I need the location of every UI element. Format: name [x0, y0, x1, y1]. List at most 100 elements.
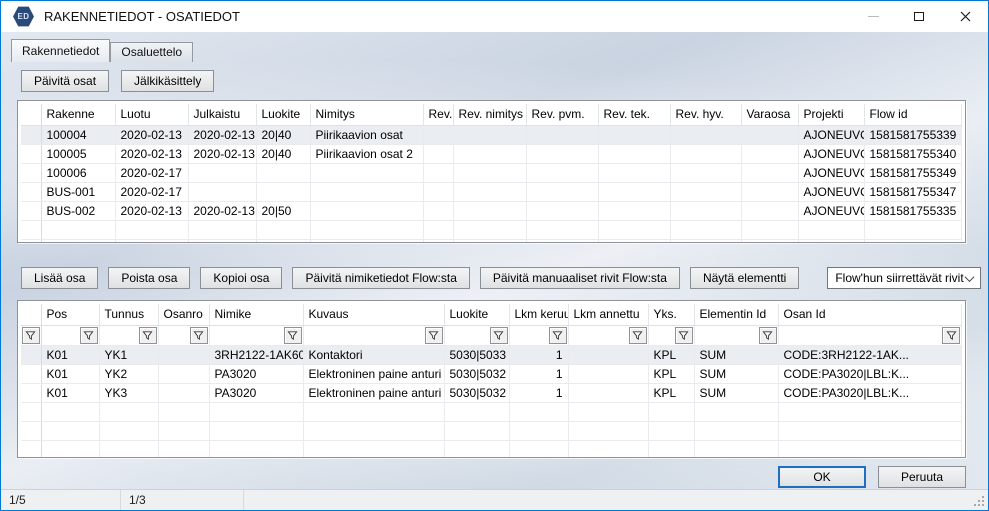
funnel-icon	[193, 330, 204, 341]
filter-funnel-button[interactable]	[759, 327, 777, 344]
tab-osaluettelo[interactable]: Osaluettelo	[110, 42, 193, 62]
filter-funnel-button[interactable]	[425, 327, 443, 344]
table-cell: AJONEUVO	[798, 144, 864, 163]
table-row[interactable]: K01YK13RH2122-1AK60Kontaktori5030|50331K…	[21, 345, 962, 364]
table-cell	[188, 182, 256, 201]
table-cell	[670, 144, 741, 163]
table-row[interactable]: K01YK3PA3020Elektroninen paine anturi503…	[21, 383, 962, 402]
table-cell: KPL	[648, 383, 694, 402]
poista-osa-button[interactable]: Poista osa	[108, 267, 190, 289]
filter-funnel-button[interactable]	[629, 327, 647, 344]
table-cell: K01	[41, 345, 99, 364]
rows-to-flow-dropdown[interactable]: Flow'hun siirrettävät rivit	[827, 267, 981, 289]
empty-cell	[256, 220, 310, 239]
filter-funnel-button[interactable]	[284, 327, 302, 344]
table-row[interactable]: K01YK2PA3020Elektroninen paine anturi503…	[21, 364, 962, 383]
lisaa-osa-button[interactable]: Lisää osa	[21, 267, 98, 289]
empty-cell	[778, 402, 962, 421]
column-header[interactable]: Lkm keruu	[509, 304, 568, 325]
column-header[interactable]: Rev. hyv.	[670, 104, 741, 125]
close-button[interactable]	[942, 1, 988, 32]
table-cell: 5030|5033	[444, 345, 509, 364]
filter-funnel-button[interactable]	[80, 327, 98, 344]
filter-funnel-button[interactable]	[190, 327, 208, 344]
maximize-button[interactable]	[896, 1, 942, 32]
column-header[interactable]: Nimike	[209, 304, 303, 325]
jalkikasittely-button[interactable]: Jälkikäsittely	[121, 70, 214, 92]
resize-grip[interactable]	[973, 495, 985, 507]
filter-funnel-button[interactable]	[139, 327, 157, 344]
column-header[interactable]: Osan Id	[778, 304, 962, 325]
filter-cell	[209, 325, 303, 345]
structures-table: RakenneLuotuJulkaistuLuokiteNimitysRev.R…	[21, 104, 962, 243]
row-header	[21, 383, 41, 402]
column-header[interactable]: Rev. tek.	[598, 104, 670, 125]
top-toolbar: Päivitä osat Jälkikäsittely	[21, 70, 214, 92]
cancel-button[interactable]: Peruuta	[878, 466, 966, 488]
column-header[interactable]: Yks.	[648, 304, 694, 325]
column-header[interactable]: Kuvaus	[303, 304, 444, 325]
tab-rakennetiedot[interactable]: Rakennetiedot	[11, 39, 110, 62]
column-header[interactable]: Rakenne	[41, 104, 115, 125]
filter-funnel-button[interactable]	[675, 327, 693, 344]
column-header[interactable]: Luokite	[444, 304, 509, 325]
table-row[interactable]: 1000052020-02-132020-02-1320|40Piirikaav…	[21, 144, 962, 163]
filter-cell	[303, 325, 444, 345]
column-header[interactable]: Elementin Id	[694, 304, 778, 325]
table-cell	[741, 125, 798, 144]
column-header[interactable]: Nimitys	[310, 104, 423, 125]
nayta-elementti-button[interactable]: Näytä elementti	[690, 267, 799, 289]
table-cell: AJONEUVO	[798, 182, 864, 201]
app-icon-label: ED	[17, 12, 29, 21]
column-header[interactable]: Rev. nimitys	[453, 104, 526, 125]
structures-table-panel: RakenneLuotuJulkaistuLuokiteNimitysRev.R…	[17, 100, 966, 243]
column-header[interactable]: Luokite	[256, 104, 310, 125]
table-cell	[598, 201, 670, 220]
ok-button[interactable]: OK	[778, 466, 866, 488]
kopioi-osa-button[interactable]: Kopioi osa	[200, 267, 282, 289]
column-header[interactable]: Flow id	[864, 104, 962, 125]
table-cell: Elektroninen paine anturi	[303, 364, 444, 383]
filter-funnel-button[interactable]	[22, 327, 40, 344]
empty-cell	[598, 220, 670, 239]
empty-cell	[864, 220, 962, 239]
table-cell	[453, 125, 526, 144]
column-header[interactable]: Varaosa	[741, 104, 798, 125]
filter-funnel-button[interactable]	[490, 327, 508, 344]
column-header[interactable]: Luotu	[115, 104, 188, 125]
table-cell: 100006	[41, 163, 115, 182]
paivita-osat-button[interactable]: Päivitä osat	[21, 70, 109, 92]
table-cell: YK2	[99, 364, 158, 383]
column-header[interactable]: Osanro	[158, 304, 209, 325]
table-row[interactable]: BUS-0022020-02-132020-02-1320|50AJONEUVO…	[21, 201, 962, 220]
filter-funnel-button[interactable]	[549, 327, 567, 344]
empty-cell	[21, 421, 41, 440]
table-row[interactable]: BUS-0012020-02-17AJONEUVO1581581755347	[21, 182, 962, 201]
column-header[interactable]: Rev. pvm.	[526, 104, 598, 125]
empty-cell	[568, 421, 648, 440]
paivita-manuaaliset-rivit-button[interactable]: Päivitä manuaaliset rivit Flow:sta	[480, 267, 680, 289]
table-cell: PA3020	[209, 364, 303, 383]
table-cell: 100005	[41, 144, 115, 163]
table-row[interactable]: 1000042020-02-132020-02-1320|40Piirikaav…	[21, 125, 962, 144]
empty-cell	[568, 440, 648, 458]
column-header[interactable]: Rev.	[423, 104, 453, 125]
filter-cell	[648, 325, 694, 345]
filter-cell	[694, 325, 778, 345]
empty-row	[21, 402, 962, 421]
filter-funnel-button[interactable]	[942, 327, 960, 344]
funnel-icon	[142, 330, 153, 341]
column-header[interactable]: Tunnus	[99, 304, 158, 325]
column-header[interactable]: Lkm annettu	[568, 304, 648, 325]
table-cell: 1	[509, 345, 568, 364]
paivita-nimiketiedot-button[interactable]: Päivitä nimiketiedot Flow:sta	[292, 267, 469, 289]
header-row: PosTunnusOsanroNimikeKuvausLuokiteLkm ke…	[21, 304, 962, 325]
column-header[interactable]: Pos	[41, 304, 99, 325]
table-cell	[453, 201, 526, 220]
table-cell: 20|40	[256, 125, 310, 144]
column-header[interactable]: Projekti	[798, 104, 864, 125]
funnel-icon	[946, 330, 957, 341]
table-row[interactable]: 1000062020-02-17AJONEUVO1581581755349	[21, 163, 962, 182]
column-header[interactable]: Julkaistu	[188, 104, 256, 125]
empty-cell	[209, 402, 303, 421]
